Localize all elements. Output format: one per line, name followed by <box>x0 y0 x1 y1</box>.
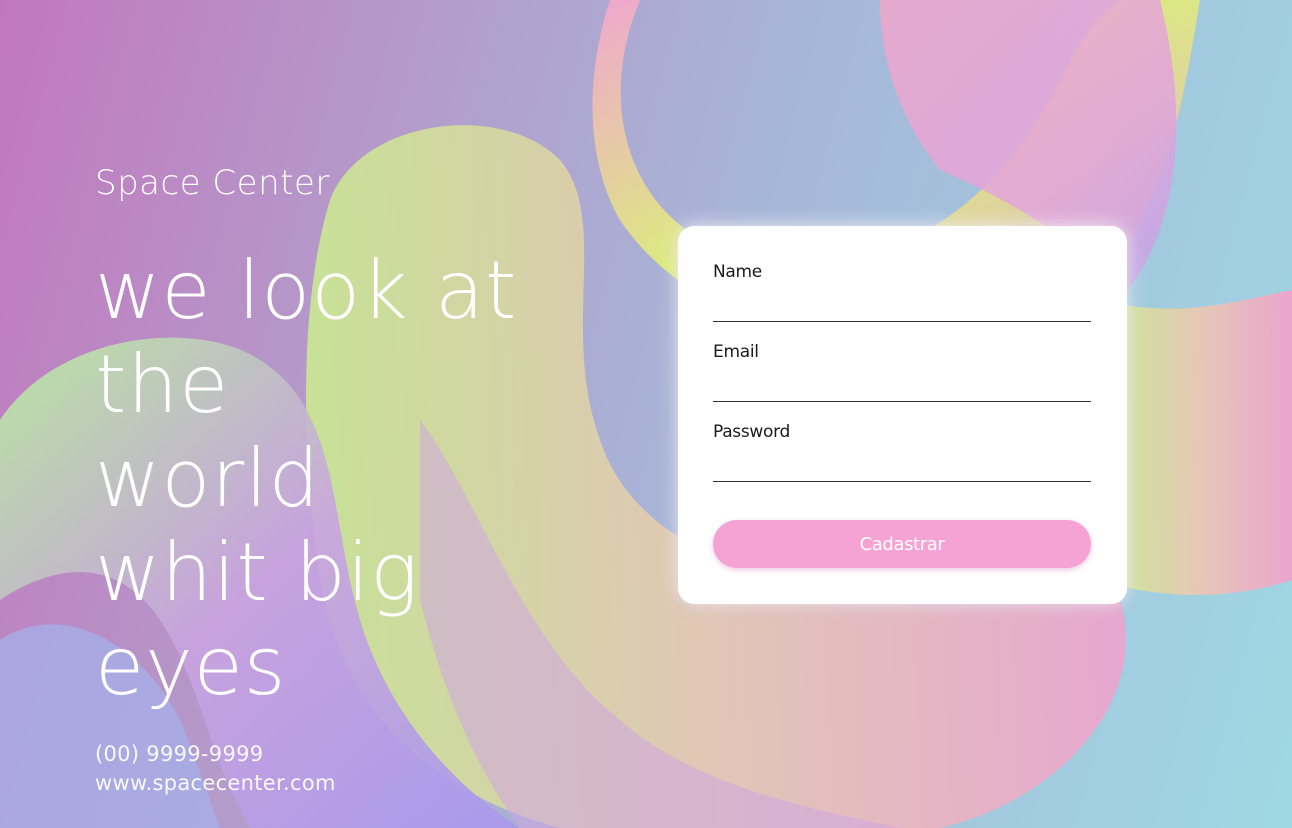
register-button[interactable]: Cadastrar <box>713 520 1091 568</box>
contact-info: (00) 9999-9999 www.spacecenter.com <box>95 740 635 798</box>
email-field-group: Email <box>713 340 1091 420</box>
headline-line: world <box>95 432 321 525</box>
signup-form-card: Name Email Password Cadastrar <box>678 226 1127 604</box>
hero-section: Space Center we look at the world whit b… <box>95 160 635 798</box>
contact-phone: (00) 9999-9999 <box>95 742 264 766</box>
hero-headline: we look at the world whit big eyes <box>95 244 635 714</box>
name-field-label: Name <box>713 262 762 282</box>
name-field-group: Name <box>713 260 1091 340</box>
headline-line: we look at the <box>95 244 518 431</box>
brand-name: Space Center <box>95 163 330 203</box>
headline-line: whit big eyes <box>95 526 420 713</box>
password-field-label: Password <box>713 422 791 442</box>
name-field[interactable] <box>713 290 1091 322</box>
contact-website: www.spacecenter.com <box>95 771 336 795</box>
password-field[interactable] <box>713 450 1091 482</box>
email-field-label: Email <box>713 342 759 362</box>
password-field-group: Password <box>713 420 1091 500</box>
email-field[interactable] <box>713 370 1091 402</box>
